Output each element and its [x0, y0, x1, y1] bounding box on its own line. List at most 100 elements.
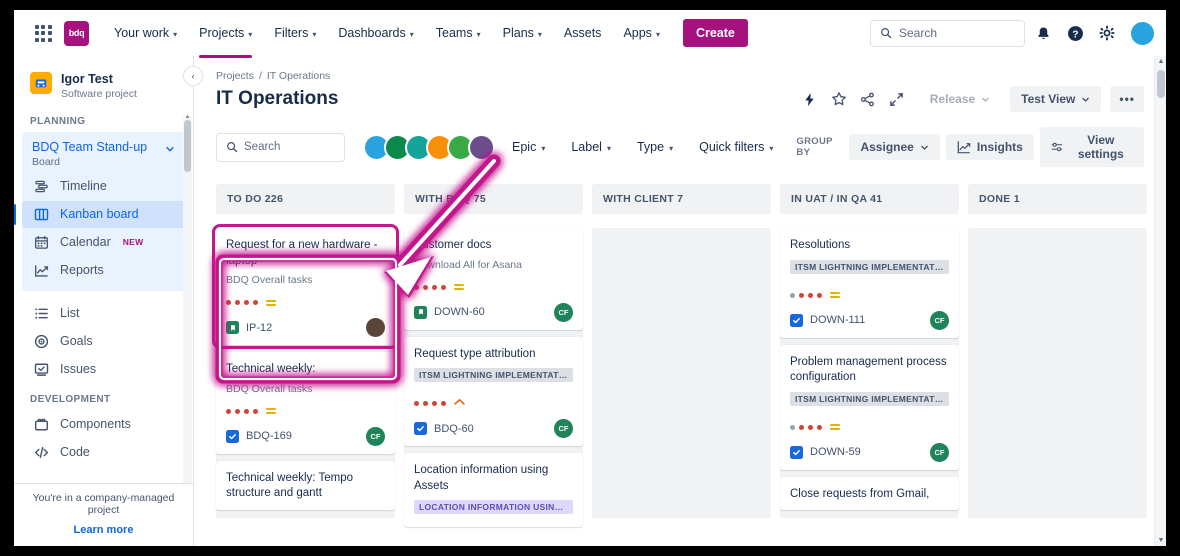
status-dot [414, 401, 419, 407]
view-settings-icon [1051, 142, 1063, 152]
settings-icon[interactable] [1093, 19, 1121, 47]
nav-item-dashboards[interactable]: Dashboards ▾ [330, 20, 421, 46]
issue-card[interactable]: Close requests from Gmail, [780, 476, 959, 511]
epic-tag[interactable]: ITSM LIGHTNING IMPLEMENTATION [414, 368, 573, 383]
filter-quick-filters[interactable]: Quick filters ▾ [690, 134, 782, 160]
board-column: DONE 1 [968, 184, 1147, 534]
status-dot [253, 408, 258, 414]
issue-card[interactable]: Location information using Assets LOCATIO… [404, 453, 583, 528]
sidebar-item-calendar[interactable]: Calendar NEW [22, 229, 185, 256]
issue-key[interactable]: IP-12 [246, 322, 272, 334]
nav-item-projects[interactable]: Projects ▾ [191, 20, 260, 58]
board-search-input[interactable]: Search [216, 132, 346, 162]
board-scroll-thumb[interactable] [1157, 70, 1165, 98]
nav-item-filters[interactable]: Filters ▾ [266, 20, 324, 46]
nav-item-assets[interactable]: Assets [556, 20, 610, 46]
sidebar-scrollbar[interactable]: ▲ ▼ [183, 114, 192, 492]
nav-item-apps[interactable]: Apps ▾ [615, 20, 668, 46]
learn-more-link[interactable]: Learn more [22, 524, 185, 536]
sidebar-scroll-thumb[interactable] [184, 120, 191, 172]
nav-item-teams[interactable]: Teams ▾ [428, 20, 489, 46]
release-button[interactable]: Release [919, 86, 1001, 112]
search-icon [881, 28, 892, 39]
sidebar-item-timeline[interactable]: Timeline [22, 173, 185, 200]
priority-medium-icon [830, 424, 840, 431]
issue-card[interactable]: Request for a new hardware - laptop BDQ O… [212, 223, 399, 350]
sidebar-item-issues[interactable]: Issues [22, 356, 185, 383]
filter-label[interactable]: Label ▾ [562, 134, 620, 160]
filter-type[interactable]: Type ▾ [628, 134, 682, 160]
more-actions-button[interactable]: ••• [1110, 86, 1144, 112]
issue-card[interactable]: Technical weekly: BDQ Overall tasks BDQ-16… [216, 352, 395, 454]
sidebar-item-kanban-board[interactable]: Kanban board [14, 200, 185, 228]
help-icon[interactable]: ? [1061, 19, 1089, 47]
priority-medium-icon [266, 299, 276, 306]
title-row: IT Operations Release Test View ••• [216, 86, 1166, 112]
status-dot [790, 424, 795, 430]
issue-card-title: Customer docs [414, 239, 492, 251]
board-scroll-down-arrow[interactable]: ▼ [1155, 537, 1166, 544]
assignee-avatar[interactable] [366, 318, 385, 338]
assignee-avatar[interactable] [468, 133, 496, 161]
issue-card[interactable]: Technical weekly: Tempo structure and ga… [216, 460, 395, 510]
brand-logo[interactable]: bdq [64, 20, 89, 46]
issue-key[interactable]: DOWN-111 [810, 314, 865, 326]
assignee-avatar[interactable]: CF [930, 310, 949, 330]
create-button[interactable]: Create [682, 19, 748, 47]
epic-tag[interactable]: ITSM LIGHTNING IMPLEMENTATION [790, 259, 949, 274]
global-search-input[interactable]: Search [870, 19, 1025, 47]
view-settings-button[interactable]: View settings [1039, 127, 1145, 167]
assignee-avatar[interactable]: CF [554, 302, 573, 322]
issue-key[interactable]: DOWN-60 [434, 306, 485, 318]
issue-card[interactable]: Request type attribution ITSM LIGHTNING I… [404, 336, 583, 447]
board-column: WITH BDQ 75 Customer docs Download All for… [404, 184, 583, 534]
issue-card[interactable]: Customer docs Download All for Asana DOWN-… [404, 228, 583, 330]
issue-key[interactable]: BDQ-169 [246, 430, 292, 442]
epic-tag[interactable]: ITSM LIGHTNING IMPLEMENTATION [790, 391, 949, 406]
breadcrumb-current[interactable]: IT Operations [267, 70, 330, 82]
title-actions: Release Test View ••• [797, 86, 1144, 112]
star-icon[interactable] [826, 86, 852, 112]
column-header[interactable]: WITH CLIENT 7 [592, 184, 771, 214]
column-header[interactable]: IN UAT / IN QA 41 [780, 184, 959, 214]
nav-item-your-work[interactable]: Your work ▾ [106, 20, 185, 46]
sidebar-item-components[interactable]: Components [22, 411, 185, 438]
issue-card[interactable]: Problem management process configuration… [780, 344, 959, 470]
board-scrollbar[interactable]: ▲ ▼ [1154, 56, 1166, 546]
issue-key[interactable]: DOWN-59 [810, 446, 861, 458]
group-by-selector[interactable]: Assignee [849, 134, 940, 160]
column-header[interactable]: WITH BDQ 75 [404, 184, 583, 214]
sidebar-item-list[interactable]: List [22, 300, 185, 327]
assignee-avatar[interactable]: CF [366, 426, 385, 446]
nav-item-label: Dashboards [338, 26, 406, 40]
epic-tag[interactable]: LOCATION INFORMATION USING A... [414, 500, 573, 515]
notifications-icon[interactable] [1029, 19, 1057, 47]
view-selector-button[interactable]: Test View [1010, 86, 1102, 112]
filter-epic[interactable]: Epic ▾ [503, 134, 554, 160]
board-subtitle: Board [32, 155, 61, 168]
project-header[interactable]: Igor Test Software project [14, 68, 193, 100]
view-label: Test View [1021, 92, 1076, 106]
nav-item-plans[interactable]: Plans ▾ [495, 20, 550, 46]
sidebar-item-code[interactable]: Code [22, 439, 185, 466]
issue-card[interactable]: Resolutions ITSM LIGHTNING IMPLEMENTATION… [780, 228, 959, 338]
sidebar-item-reports[interactable]: Reports [22, 257, 185, 284]
nav-item-label: Your work [114, 26, 170, 40]
lightning-icon[interactable] [797, 86, 823, 112]
app-switcher-icon[interactable] [32, 22, 54, 44]
board-scroll-up-arrow[interactable]: ▲ [1155, 58, 1166, 65]
collapse-sidebar-button[interactable]: ‹ [183, 66, 203, 86]
assignee-avatar[interactable]: CF [930, 442, 949, 462]
status-dot [817, 424, 822, 430]
sidebar-item-goals[interactable]: Goals [22, 328, 185, 355]
board-selector[interactable]: BDQ Team Stand-up Board [22, 138, 185, 172]
insights-button[interactable]: Insights [945, 134, 1034, 160]
breadcrumb-projects[interactable]: Projects [216, 70, 254, 82]
assignee-avatar[interactable]: CF [554, 419, 573, 439]
column-header[interactable]: DONE 1 [968, 184, 1147, 214]
share-icon[interactable] [855, 86, 881, 112]
column-header[interactable]: TO DO 226 [216, 184, 395, 214]
user-avatar[interactable] [1131, 21, 1154, 45]
issue-key[interactable]: BDQ-60 [434, 423, 474, 435]
expand-icon[interactable] [884, 86, 910, 112]
